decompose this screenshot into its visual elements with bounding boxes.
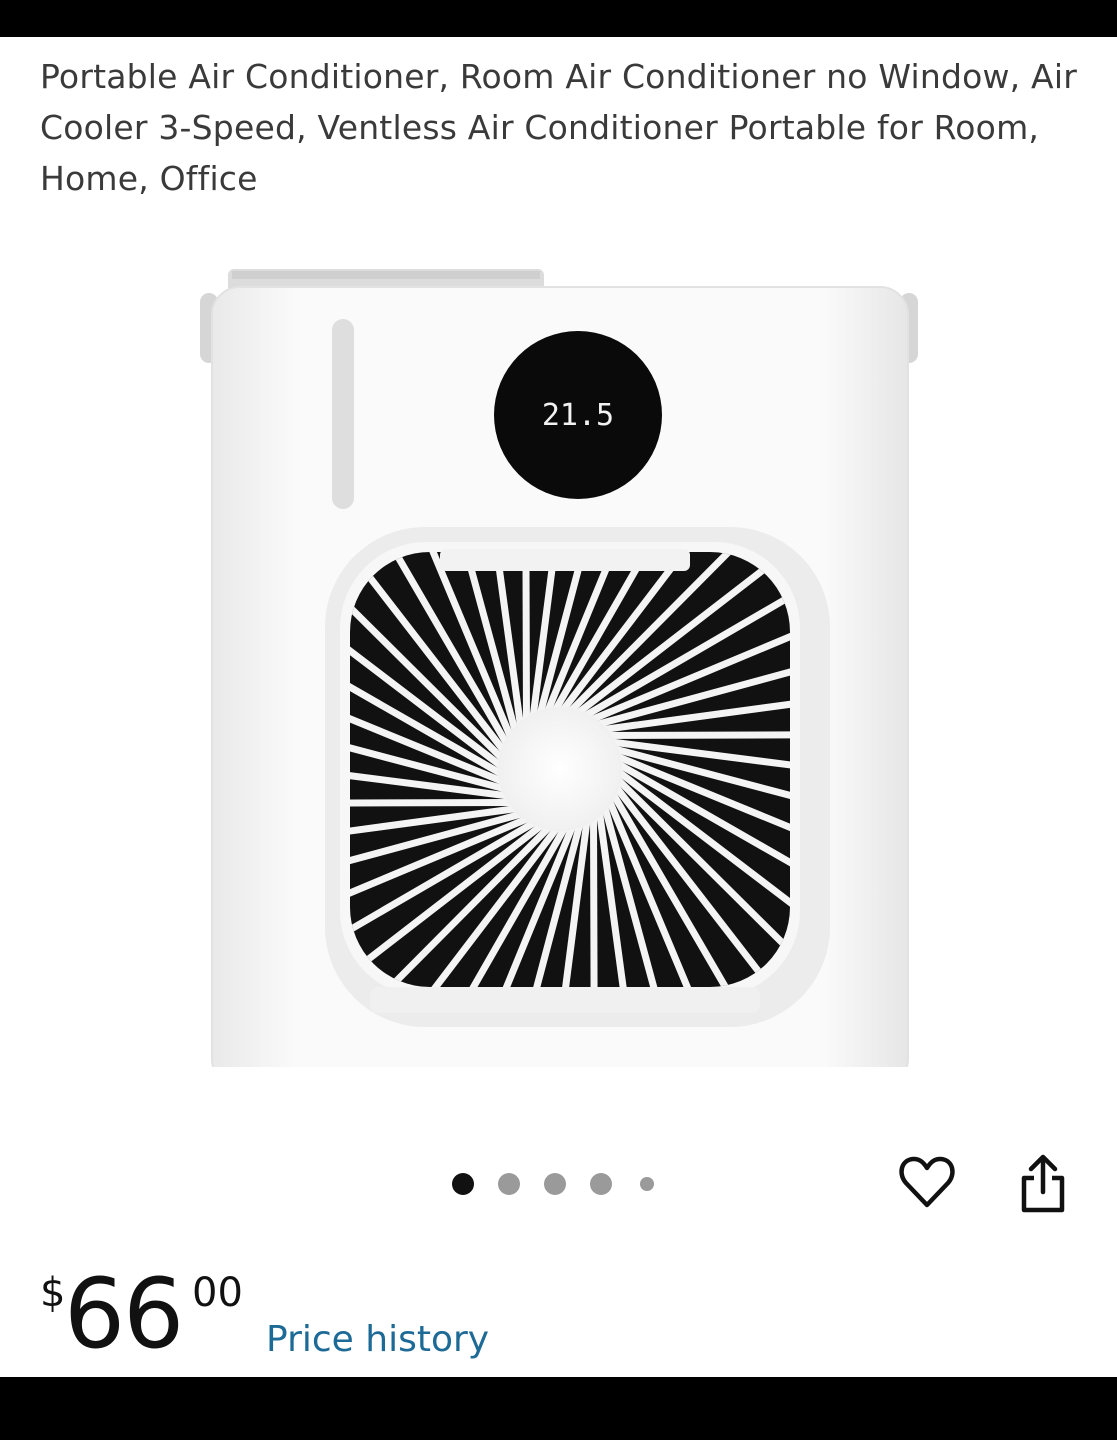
image-carousel-dots[interactable] [452,1171,654,1197]
carousel-dot[interactable] [498,1173,520,1195]
price-currency: $ [40,1270,66,1316]
favorite-button[interactable] [896,1151,958,1213]
price-fraction: 00 [192,1270,243,1316]
product-image[interactable]: 21.5 [190,227,930,1088]
carousel-dot[interactable] [452,1173,474,1195]
price-whole: 66 [64,1258,184,1370]
carousel-dot[interactable] [590,1173,612,1195]
temperature-display: 21.5 [542,398,614,433]
product-title: Portable Air Conditioner, Room Air Condi… [40,57,1077,198]
share-button[interactable] [1012,1151,1074,1217]
carousel-dot[interactable] [544,1173,566,1195]
price-history-link[interactable]: Price history [266,1315,489,1365]
carousel-dot[interactable] [640,1177,654,1191]
air-conditioner-illustration: 21.5 [200,269,918,1088]
product-page: Portable Air Conditioner, Room Air Condi… [0,37,1117,1377]
share-icon [1021,1154,1065,1213]
heart-outline-icon [899,1156,955,1208]
